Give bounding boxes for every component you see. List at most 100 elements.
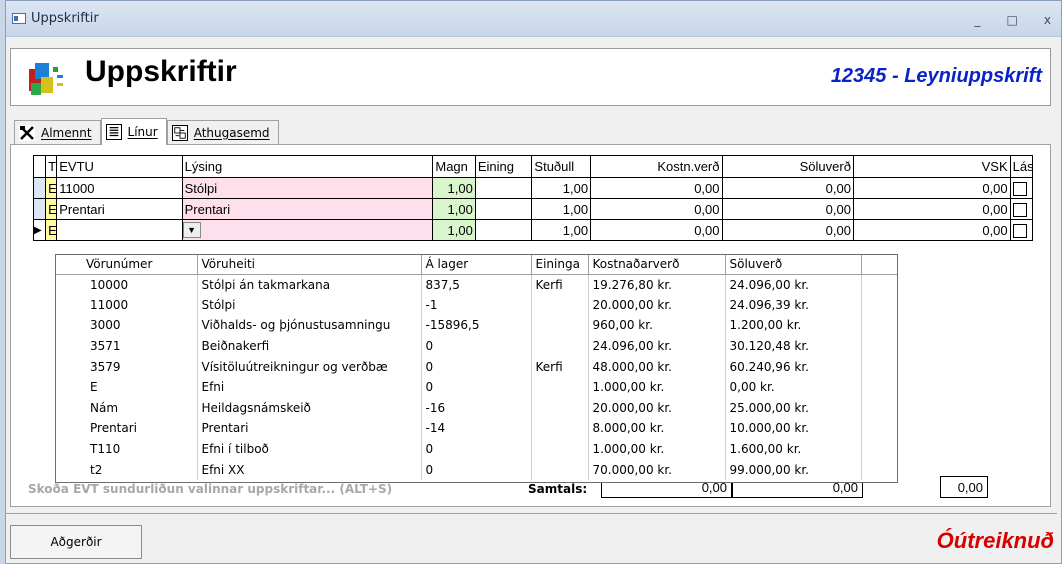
dd-soluverd: 0,00 kr. [725,376,862,398]
cell-magn[interactable]: 1,00 [432,219,476,241]
tab-linur[interactable]: Línur [100,118,167,145]
title-bar[interactable]: Uppskriftir _ □ x [6,1,1061,37]
list-item[interactable]: t2 Efni XX 0 70.000,00 kr. 99.000,00 kr. [56,459,897,480]
cell-evtu[interactable]: 11000 [56,177,183,199]
actions-button[interactable]: Aðgerðir [10,525,142,559]
tab-almennt[interactable]: Almennt [14,120,101,144]
cell-lysing[interactable]: ▼ [181,219,434,241]
dd-kostn: 1.000,00 kr. [588,376,726,398]
tab-linur-label: Línur [127,125,158,139]
col-soluverd[interactable]: Söluverð [721,155,854,178]
cell-t[interactable]: E [45,219,58,241]
cell-magn[interactable]: 1,00 [432,198,476,220]
dd-soluverd: 24.096,00 kr. [725,274,862,295]
col-t[interactable]: T [45,155,58,178]
list-item[interactable]: 3579 Vísitöluútreikningur og verðbæ 0 Kerfi… [56,356,897,377]
col-lysing[interactable]: Lýsing [181,155,434,178]
dd-kostn: 1.000,00 kr. [588,438,726,460]
list-item[interactable]: E Efni 0 1.000,00 kr. 0,00 kr. [56,376,897,398]
dd-empty [861,315,897,336]
lock-checkbox[interactable] [1012,223,1027,238]
dd-col-eining: Eininga [531,255,589,275]
col-eining[interactable]: Eining [474,155,533,178]
tab-athugasemd[interactable]: Athugasemd [166,120,279,144]
cell-kostn[interactable]: 0,00 [590,219,723,241]
cell-vsk[interactable]: 0,00 [852,177,1011,199]
list-item[interactable]: Prentari Prentari -14 8.000,00 kr. 10.000,00… [56,418,897,439]
cell-magn[interactable]: 1,00 [432,177,476,199]
dd-vorunumer: 3000 [56,315,198,336]
dd-soluverd: 60.240,96 kr. [725,356,862,377]
close-button[interactable]: x [1044,13,1051,27]
dd-kostn: 19.276,80 kr. [588,274,726,295]
cell-eining[interactable] [474,219,533,241]
cell-studull[interactable]: 1,00 [531,198,592,220]
cell-t[interactable]: E [45,177,58,199]
bottom-divider [5,513,1057,514]
col-magn[interactable]: Magn [432,155,476,178]
lines-panel: T EVTU Lýsing Magn Eining Stuðull Kostn.… [10,144,1051,507]
cell-eining[interactable] [474,177,533,199]
col-vsk[interactable]: VSK [852,155,1011,178]
dd-voruheiti: Viðhalds- og þjónustusamningu [197,315,422,336]
list-item[interactable]: Nám Heildagsnámskeið -16 20.000,00 kr. 25.00… [56,397,897,419]
cell-lysing[interactable]: Stólpi [181,177,434,199]
evt-breakdown-link[interactable]: Skoða EVT sundurliðun valinnar uppskrift… [28,482,392,496]
product-dropdown-list[interactable]: Vörunúmer Vöruheiti Á lager Eininga Kost… [55,254,898,483]
lock-checkbox[interactable] [1012,202,1027,217]
tab-athugasemd-label: Athugasemd [193,125,270,140]
list-item[interactable]: T110 Efni í tilboð 0 1.000,00 kr. 1.600,00 k… [56,438,897,460]
dd-soluverd: 24.096,39 kr. [725,294,862,316]
col-evtu[interactable]: EVTU [56,155,183,178]
total-vsk: 0,00 [940,476,988,498]
cell-soluverd[interactable]: 0,00 [721,177,854,199]
list-item[interactable]: 3000 Viðhalds- og þjónustusamningu -15896,… [56,315,897,336]
dropdown-arrow-icon[interactable]: ▼ [182,222,201,239]
col-las[interactable]: Lás [1009,155,1034,178]
list-item[interactable]: 11000 Stólpi -1 20.000,00 kr. 24.096,39 kr. [56,294,897,316]
lock-checkbox[interactable] [1012,181,1027,196]
maximize-button[interactable]: □ [1007,13,1018,27]
dd-col-vorunumer: Vörunúmer [56,255,198,275]
col-studull[interactable]: Stuðull [531,155,592,178]
row-indicator[interactable] [32,177,47,199]
cell-vsk[interactable]: 0,00 [852,219,1011,241]
dd-col-empty [861,255,897,275]
dd-empty [861,295,897,316]
dd-voruheiti: Efni í tilboð [197,438,422,460]
cell-t[interactable]: E [45,198,58,220]
dd-kostn: 8.000,00 kr. [588,418,726,439]
list-item[interactable]: 10000 Stólpi án takmarkana 837,5 Kerfi 19.27… [56,274,897,295]
dd-lager: 0 [421,335,532,357]
dd-empty [861,439,897,460]
dd-empty [861,398,897,419]
row-indicator[interactable] [32,198,47,220]
cell-soluverd[interactable]: 0,00 [721,219,854,241]
current-row-arrow-icon[interactable]: ▶ [32,219,47,241]
dd-empty [861,356,897,377]
cell-kostn[interactable]: 0,00 [590,177,723,199]
list-item[interactable]: 3571 Beiðnakerfi 0 24.096,00 kr. 30.120,48 k… [56,335,897,357]
form-header: Uppskriftir 12345 - Leyniuppskrift [10,48,1051,106]
table-row[interactable]: E 11000 Stólpi 1,00 1,00 0,00 0,00 0,00 [32,177,1034,199]
cell-kostn[interactable]: 0,00 [590,198,723,220]
cell-studull[interactable]: 1,00 [531,177,592,199]
col-kostn[interactable]: Kostn.verð [590,155,723,178]
cell-lysing[interactable]: Prentari [181,198,434,220]
table-row[interactable]: E Prentari Prentari 1,00 1,00 0,00 0,00 … [32,198,1034,220]
cell-evtu[interactable] [56,219,183,241]
cell-evtu[interactable]: Prentari [56,198,183,220]
cell-vsk[interactable]: 0,00 [852,198,1011,220]
cell-eining[interactable] [474,198,533,220]
dd-eining: Kerfi [531,274,589,295]
cell-las [1009,198,1034,220]
cell-soluverd[interactable]: 0,00 [721,198,854,220]
minimize-button[interactable]: _ [975,13,981,27]
cell-studull[interactable]: 1,00 [531,219,592,241]
dd-eining [531,438,589,460]
tab-almennt-label: Almennt [41,125,92,140]
dd-voruheiti: Efni [197,376,422,398]
table-row-current[interactable]: ▶ E ▼ 1,00 1,00 0,00 0,00 0,00 [32,219,1034,241]
dd-empty [861,459,897,480]
dd-lager: 837,5 [421,274,532,295]
